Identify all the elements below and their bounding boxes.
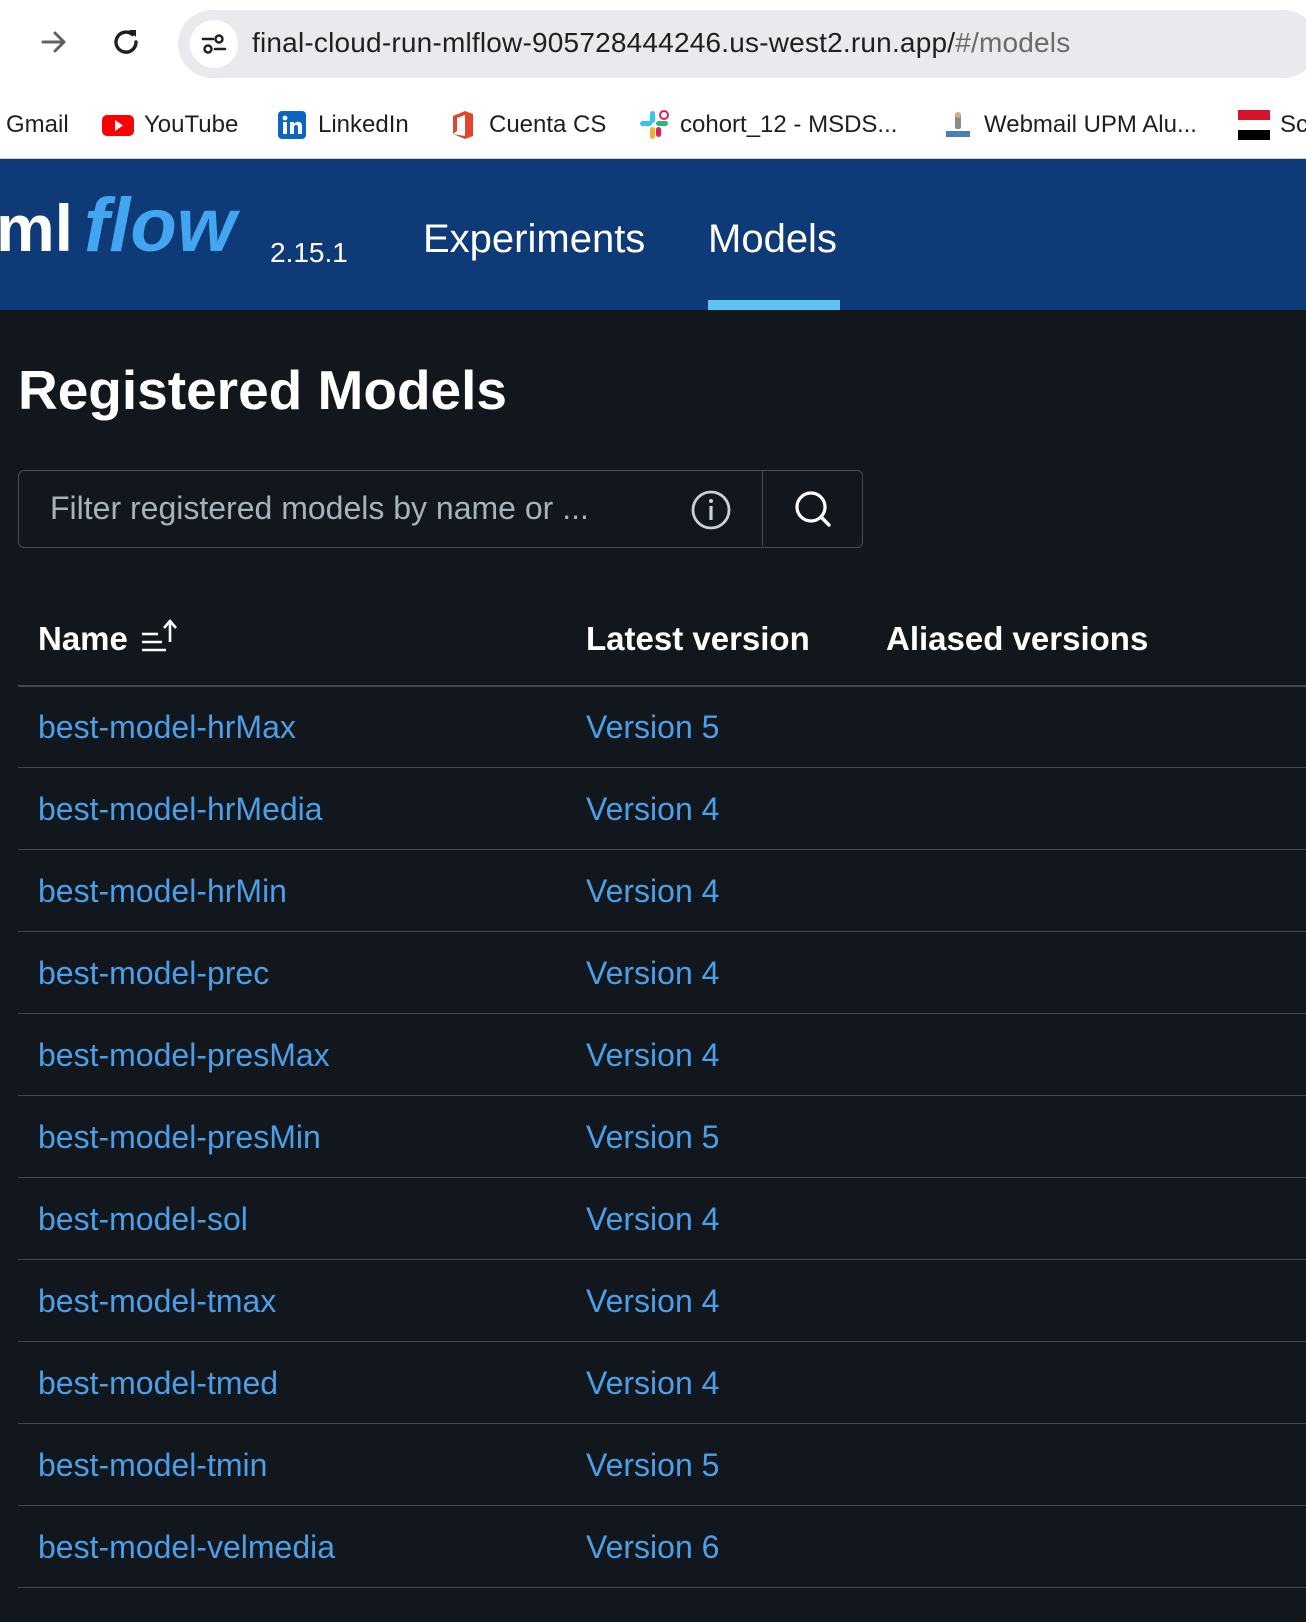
address-bar[interactable]: final-cloud-run-mlflow-905728444246.us-w… (178, 10, 1306, 78)
flag-icon (1238, 109, 1270, 141)
bookmark-webmail-upm[interactable]: Webmail UPM Alu... (942, 108, 1197, 142)
latest-version-link[interactable]: Version 5 (586, 709, 719, 746)
latest-version-link[interactable]: Version 4 (586, 955, 719, 992)
bookmark-linkedin[interactable]: LinkedIn (276, 108, 409, 142)
browser-chrome: final-cloud-run-mlflow-905728444246.us-w… (0, 0, 1306, 159)
bookmark-cohort[interactable]: cohort_12 - MSDS... (638, 108, 897, 142)
mlflow-logo[interactable]: ml flow (0, 183, 262, 279)
table-row: best-model-tmed Version 4 (18, 1342, 1306, 1424)
site-info-button[interactable] (190, 20, 238, 68)
search-icon (795, 490, 831, 527)
forward-button[interactable] (34, 22, 74, 62)
search-button[interactable] (762, 471, 863, 546)
bookmark-label: cohort_12 - MSDS... (680, 111, 898, 138)
bookmark-label: Webmail UPM Alu... (984, 111, 1197, 138)
bookmarks-bar: Gmail YouTube LinkedIn Cuenta CS cohort_… (0, 96, 1306, 154)
model-name-link[interactable]: best-model-velmedia (38, 1529, 335, 1566)
latest-version-link[interactable]: Version 5 (586, 1119, 719, 1156)
model-name-link[interactable]: best-model-tmin (38, 1447, 267, 1484)
filter-box (18, 470, 863, 548)
bookmark-youtube[interactable]: YouTube (102, 108, 238, 142)
bookmark-gmail[interactable]: Gmail (6, 108, 69, 142)
latest-version-link[interactable]: Version 4 (586, 873, 719, 910)
app-header: ml flow 2.15.1 Experiments Models (0, 159, 1306, 310)
youtube-icon (102, 109, 134, 141)
model-name-link[interactable]: best-model-presMax (38, 1037, 330, 1074)
linkedin-icon (276, 109, 308, 141)
model-name-link[interactable]: best-model-prec (38, 955, 269, 992)
bookmark-label: LinkedIn (318, 111, 409, 138)
app-version: 2.15.1 (270, 237, 348, 268)
bookmark-label: Sc (1280, 111, 1306, 138)
latest-version-link[interactable]: Version 6 (586, 1529, 719, 1566)
column-header-aliased-versions: Aliased versions (886, 620, 1149, 657)
nav-experiments[interactable]: Experiments (423, 217, 645, 262)
office-icon (447, 109, 479, 141)
svg-text:flow: flow (84, 183, 241, 268)
latest-version-link[interactable]: Version 4 (586, 1201, 719, 1238)
arrow-right-icon (41, 31, 66, 53)
bookmark-label: YouTube (144, 111, 239, 138)
model-name-link[interactable]: best-model-presMin (38, 1119, 321, 1156)
latest-version-link[interactable]: Version 5 (586, 1447, 719, 1484)
table-row: best-model-hrMax Version 5 (18, 686, 1306, 768)
info-icon[interactable] (690, 489, 732, 531)
model-name-link[interactable]: best-model-hrMin (38, 873, 287, 910)
url-main: final-cloud-run-mlflow-905728444246.us-w… (252, 27, 956, 58)
url-hash: #/models (955, 27, 1071, 58)
reload-icon (114, 30, 138, 54)
bookmark-label: Gmail (6, 111, 69, 138)
table-row: best-model-presMax Version 4 (18, 1014, 1306, 1096)
latest-version-link[interactable]: Version 4 (586, 1365, 719, 1402)
reload-button[interactable] (106, 22, 146, 62)
table-row: best-model-prec Version 4 (18, 932, 1306, 1014)
column-header-name[interactable]: Name (38, 620, 128, 658)
mlflow-logo-icon: ml flow (0, 183, 241, 268)
bookmark-cuenta-cs[interactable]: Cuenta CS (447, 108, 606, 142)
latest-version-link[interactable]: Version 4 (586, 1037, 719, 1074)
tune-icon (201, 34, 227, 54)
latest-version-link[interactable]: Version 4 (586, 1283, 719, 1320)
nav-models[interactable]: Models (708, 217, 837, 262)
latest-version-link[interactable]: Version 4 (586, 791, 719, 828)
model-name-link[interactable]: best-model-tmed (38, 1365, 278, 1402)
model-name-link[interactable]: best-model-hrMax (38, 709, 296, 746)
table-row: best-model-sol Version 4 (18, 1178, 1306, 1260)
active-tab-indicator (708, 300, 840, 310)
table-row: best-model-hrMin Version 4 (18, 850, 1306, 932)
model-name-link[interactable]: best-model-tmax (38, 1283, 276, 1320)
sort-ascending-icon[interactable] (140, 618, 180, 656)
svg-text:ml: ml (0, 191, 73, 265)
filter-input[interactable] (19, 471, 764, 546)
url-text: final-cloud-run-mlflow-905728444246.us-w… (252, 27, 1070, 59)
bookmark-label: Cuenta CS (489, 111, 607, 138)
table-row: best-model-presMin Version 5 (18, 1096, 1306, 1178)
upm-icon (942, 109, 974, 141)
model-name-link[interactable]: best-model-hrMedia (38, 791, 323, 828)
page-title: Registered Models (18, 359, 508, 421)
column-header-latest-version: Latest version (586, 620, 810, 657)
bookmark-sc[interactable]: Sc (1238, 108, 1306, 142)
table-row: best-model-hrMedia Version 4 (18, 768, 1306, 850)
model-name-link[interactable]: best-model-sol (38, 1201, 248, 1238)
table-row: best-model-tmin Version 5 (18, 1424, 1306, 1506)
slack-icon (638, 109, 670, 141)
table-row: best-model-velmedia Version 6 (18, 1506, 1306, 1588)
table-row: best-model-tmax Version 4 (18, 1260, 1306, 1342)
